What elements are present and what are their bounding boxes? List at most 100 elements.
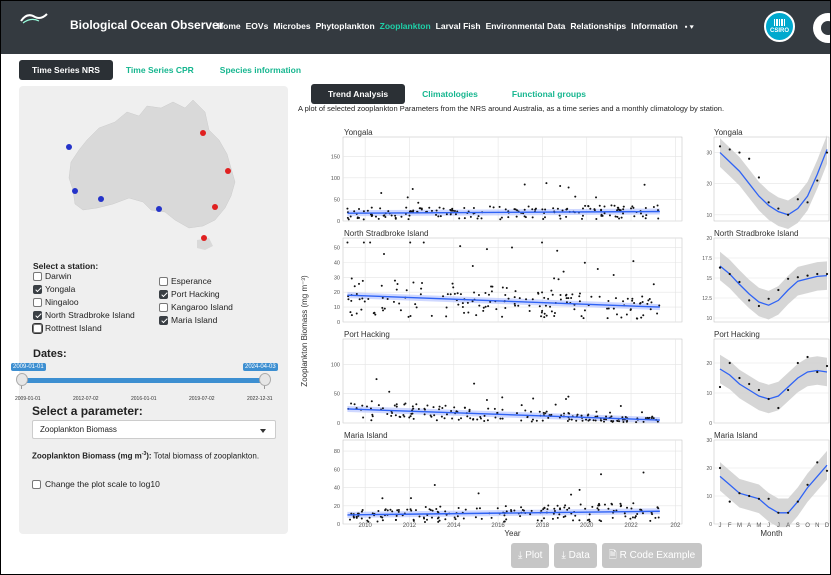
data-point [393, 279, 396, 282]
nav-item-environmental-data[interactable]: Environmental Data [486, 21, 566, 32]
data-point [377, 509, 380, 512]
data-point [531, 208, 534, 211]
data-point [644, 217, 647, 220]
station-checkbox-darwin[interactable]: Darwin [33, 271, 71, 281]
data-point [418, 515, 421, 518]
slider-track[interactable] [21, 378, 265, 383]
data-point [405, 289, 408, 292]
data-point [614, 215, 617, 218]
share-icon[interactable]: ⬝ ▾ [685, 21, 694, 32]
data-point [607, 300, 610, 303]
app-title[interactable]: Biological Ocean Observer [70, 18, 223, 32]
station-checkbox-rottnest-island[interactable]: Rottnest Island [32, 322, 102, 334]
tab-functional-groups[interactable]: Functional groups [495, 84, 603, 104]
data-point [545, 182, 548, 185]
log-scale-checkbox[interactable] [32, 479, 41, 489]
data-point [495, 308, 498, 311]
clim-point [816, 179, 819, 182]
nav-item-larval-fish[interactable]: Larval Fish [436, 21, 481, 32]
checkbox[interactable] [33, 310, 42, 320]
station-checkbox-ningaloo[interactable]: Ningaloo [33, 297, 79, 307]
data-point [368, 516, 371, 519]
station-dot-maria-island[interactable] [201, 235, 207, 241]
checkbox[interactable] [33, 271, 42, 281]
clim-point [748, 157, 751, 160]
data-point [642, 420, 645, 423]
tab-climatologies[interactable]: Climatologies [405, 84, 495, 104]
parameter-select[interactable]: Zooplankton Biomass [32, 420, 276, 439]
imos-logo[interactable] [7, 11, 61, 45]
station-dot-north-stradbroke[interactable] [225, 168, 231, 174]
tab-time-series-nrs[interactable]: Time Series NRS [19, 60, 113, 80]
log-scale-toggle[interactable]: Change the plot scale to log10 [32, 479, 160, 489]
data-point [633, 302, 636, 305]
station-dot-esperance[interactable] [98, 196, 104, 202]
station-checkbox-maria-island[interactable]: Maria Island [159, 315, 217, 325]
data-point [594, 419, 597, 422]
data-point [538, 410, 541, 413]
tab-time-series-cpr[interactable]: Time Series CPR [113, 60, 207, 80]
slider-handle-end[interactable] [259, 373, 271, 386]
station-checkbox-esperance[interactable]: Esperance [159, 276, 212, 286]
checkbox[interactable] [159, 315, 168, 325]
data-point [568, 418, 571, 421]
data-point [399, 309, 402, 312]
csiro-logo[interactable]: CSIRO [764, 11, 795, 42]
download-data-button[interactable]: ⤓ Data [554, 543, 597, 568]
data-point [578, 300, 581, 303]
data-point [573, 308, 576, 311]
clim-y-tick-label: 20 [706, 236, 712, 242]
station-dot-kangaroo-island[interactable] [156, 206, 162, 212]
station-dot-rottnest[interactable] [72, 188, 78, 194]
data-point [372, 312, 375, 315]
r-code-button[interactable]: 🗎 R Code Example [601, 543, 703, 568]
data-point [476, 418, 479, 421]
data-point [568, 507, 571, 510]
nav-item-home[interactable]: Home [217, 21, 241, 32]
checkbox[interactable] [159, 276, 168, 286]
data-point [530, 509, 533, 512]
checkbox[interactable] [33, 297, 42, 307]
slider-handle-start[interactable] [16, 373, 28, 386]
station-checkbox-port-hacking[interactable]: Port Hacking [159, 289, 220, 299]
data-point [553, 507, 556, 510]
data-point [500, 216, 503, 219]
station-dot-yongala[interactable] [200, 130, 206, 136]
tab-species-information[interactable]: Species information [207, 60, 314, 80]
nav-item-eovs[interactable]: EOVs [246, 21, 269, 32]
station-checkbox-yongala[interactable]: Yongala [33, 284, 75, 294]
data-point [553, 510, 556, 513]
tab-trend-analysis[interactable]: Trend Analysis [311, 84, 406, 104]
data-point [587, 204, 590, 207]
data-point [625, 420, 628, 423]
nav-item-zooplankton[interactable]: Zooplankton [380, 21, 431, 32]
nav-item-microbes[interactable]: Microbes [273, 21, 310, 32]
checkbox[interactable] [32, 322, 43, 334]
station-checkbox-north-stradbroke-island[interactable]: North Stradbroke Island [33, 310, 135, 320]
checkbox[interactable] [159, 302, 168, 312]
data-point [581, 217, 584, 220]
checkbox[interactable] [33, 284, 42, 294]
nav-item-relationships[interactable]: Relationships [570, 21, 626, 32]
x-tick-label-year: 2018 [536, 523, 550, 529]
download-plot-button[interactable]: ⤓ Plot [511, 543, 550, 568]
github-icon[interactable] [813, 13, 830, 43]
station-checkbox-kangaroo-island[interactable]: Kangaroo Island [159, 302, 233, 312]
data-point [377, 217, 380, 220]
data-point [574, 514, 577, 517]
nav-item-information[interactable]: Information [631, 21, 678, 32]
data-point [644, 417, 647, 420]
station-dot-ningaloo[interactable] [66, 144, 72, 150]
data-point [611, 420, 614, 423]
main-nav: Home EOVs Microbes Phytoplankton Zooplankton… [217, 21, 694, 32]
data-point [444, 510, 447, 513]
data-point [411, 405, 414, 408]
data-point [362, 218, 365, 221]
x-tick-label-year: 2020 [580, 523, 594, 529]
checkbox[interactable] [159, 289, 168, 299]
station-dot-port-hacking[interactable] [212, 204, 218, 210]
data-point [433, 484, 436, 487]
data-point [570, 493, 573, 496]
clim-title-yongala: Yongala [714, 128, 743, 137]
nav-item-phytoplankton[interactable]: Phytoplankton [316, 21, 375, 32]
